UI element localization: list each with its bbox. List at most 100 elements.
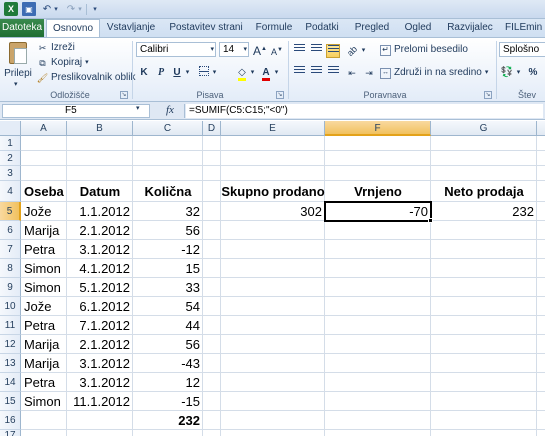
font-name-combo[interactable]: Calibri ▾ [136,42,216,57]
cell-datum[interactable]: 2.1.2012 [67,221,133,240]
name-box-dropdown-icon[interactable]: ▾ [136,104,140,112]
formula-input[interactable]: =SUMIF(C5:C15;"<0") [186,104,543,118]
row-header-4[interactable]: 4 [0,181,21,202]
undo-dropdown-icon[interactable]: ▾ [52,2,60,16]
row-header-12[interactable]: 12 [0,335,21,354]
font-color-button[interactable]: A [259,66,273,81]
cell-datum[interactable]: 11.1.2012 [67,392,133,411]
row-header-15[interactable]: 15 [0,392,21,411]
cell-datum[interactable]: 7.1.2012 [67,316,133,335]
paste-button[interactable]: Prilepi ▾ [3,41,33,88]
row-header-9[interactable]: 9 [0,278,21,297]
tab-view[interactable]: Ogled [402,19,434,37]
orientation-button[interactable]: ab [345,44,359,58]
fill-handle[interactable] [428,218,433,223]
column-header-a[interactable]: A [21,121,67,136]
column-header-h[interactable] [537,121,545,136]
grow-font-button[interactable]: A▲ [253,42,267,58]
clipboard-launcher-icon[interactable]: ↘ [120,91,128,99]
row-header-2[interactable]: 2 [0,151,21,166]
font-color-dropdown-icon[interactable]: ▾ [273,66,280,80]
merge-center-button[interactable]: ↔ Združi in na sredino ▾ [380,66,488,80]
cell-total-kolicina[interactable]: 232 [133,411,203,430]
orientation-dropdown-icon[interactable]: ▾ [360,44,367,58]
cell-oseba[interactable]: Jože [21,202,67,221]
cell-datum[interactable]: 6.1.2012 [67,297,133,316]
excel-app-icon[interactable]: X [4,2,18,16]
align-right-button[interactable] [326,66,340,80]
row-header-8[interactable]: 8 [0,259,21,278]
select-all-corner[interactable] [0,121,21,136]
insert-function-icon[interactable]: fx [166,104,174,116]
cell-oseba[interactable]: Simon [21,392,67,411]
accounting-format-button[interactable]: 💱 [500,66,514,80]
header-oseba[interactable]: Oseba [21,182,67,202]
cell-datum[interactable]: 3.1.2012 [67,240,133,259]
cell-datum[interactable]: 2.1.2012 [67,335,133,354]
cell-skupno-prodano[interactable]: 302 [221,202,325,221]
row-header-7[interactable]: 7 [0,240,21,259]
redo-dropdown-icon[interactable]: ▾ [76,2,84,16]
accounting-dropdown-icon[interactable]: ▾ [515,66,522,80]
align-middle-button[interactable] [309,44,323,58]
row-header-11[interactable]: 11 [0,316,21,335]
cell-kolicina[interactable]: -12 [133,240,203,259]
cell-kolicina[interactable]: 56 [133,221,203,240]
cell-datum[interactable]: 3.1.2012 [67,354,133,373]
header-neto-prodaja[interactable]: Neto prodaja [431,182,537,202]
bold-button[interactable]: K [137,66,151,80]
cell-kolicina[interactable]: 15 [133,259,203,278]
align-left-button[interactable] [292,66,306,80]
copy-button[interactable]: ⧉ Kopiraj ▾ [37,56,88,70]
tab-formulas[interactable]: Formule [254,19,294,37]
tab-review[interactable]: Pregled [353,19,391,37]
column-header-d[interactable]: D [203,121,221,136]
fill-color-button[interactable]: ◇ [235,66,249,81]
cell-kolicina[interactable]: 54 [133,297,203,316]
save-icon[interactable]: ▣ [22,2,36,16]
cell-oseba[interactable]: Petra [21,240,67,259]
cell-oseba[interactable]: Petra [21,316,67,335]
row-header-13[interactable]: 13 [0,354,21,373]
row-header-5[interactable]: 5 [0,202,21,221]
customize-quick-access-icon[interactable]: ▾ [90,2,100,16]
shrink-font-button[interactable]: A▼ [270,43,284,57]
column-header-g[interactable]: G [431,121,537,136]
cell-neto-prodaja[interactable]: 232 [431,202,537,221]
cell-kolicina[interactable]: 44 [133,316,203,335]
cell-kolicina[interactable]: 33 [133,278,203,297]
percent-style-button[interactable]: % [526,66,540,80]
cell-oseba[interactable]: Jože [21,297,67,316]
borders-dropdown-icon[interactable]: ▾ [211,66,218,80]
tab-data[interactable]: Podatki [303,19,341,37]
cell-oseba[interactable]: Petra [21,373,67,392]
worksheet-grid[interactable]: A B C D E F G 1 2 3 4 5 6 7 8 9 10 11 12… [0,121,545,436]
increase-indent-button[interactable]: ⇥ [362,66,376,80]
font-size-combo[interactable]: 14 ▾ [219,42,249,57]
tab-developer[interactable]: Razvijalec [447,19,493,37]
row-header-10[interactable]: 10 [0,297,21,316]
cell-kolicina[interactable]: 32 [133,202,203,221]
cell-kolicina[interactable]: -15 [133,392,203,411]
italic-button[interactable]: P [154,66,168,80]
tab-home[interactable]: Osnovno [46,19,100,38]
cell-datum[interactable]: 1.1.2012 [67,202,133,221]
row-header-1[interactable]: 1 [0,136,21,151]
cell-oseba[interactable]: Marija [21,221,67,240]
column-header-c[interactable]: C [133,121,203,136]
wrap-text-button[interactable]: ↵ Prelomi besedilo [380,43,468,57]
cell-oseba[interactable]: Simon [21,278,67,297]
borders-button[interactable] [197,66,211,80]
cell-kolicina[interactable]: 12 [133,373,203,392]
font-launcher-icon[interactable]: ↘ [276,91,284,99]
row-header-6[interactable]: 6 [0,221,21,240]
fill-color-dropdown-icon[interactable]: ▾ [249,66,256,80]
cell-oseba[interactable]: Marija [21,335,67,354]
underline-button[interactable]: U [170,66,184,80]
cut-button[interactable]: ✂ Izreži [37,41,75,55]
row-header-14[interactable]: 14 [0,373,21,392]
cell-datum[interactable]: 5.1.2012 [67,278,133,297]
tab-filemin[interactable]: FILEmin [505,19,545,37]
align-bottom-button[interactable] [326,44,340,58]
header-datum[interactable]: Datum [67,182,133,202]
